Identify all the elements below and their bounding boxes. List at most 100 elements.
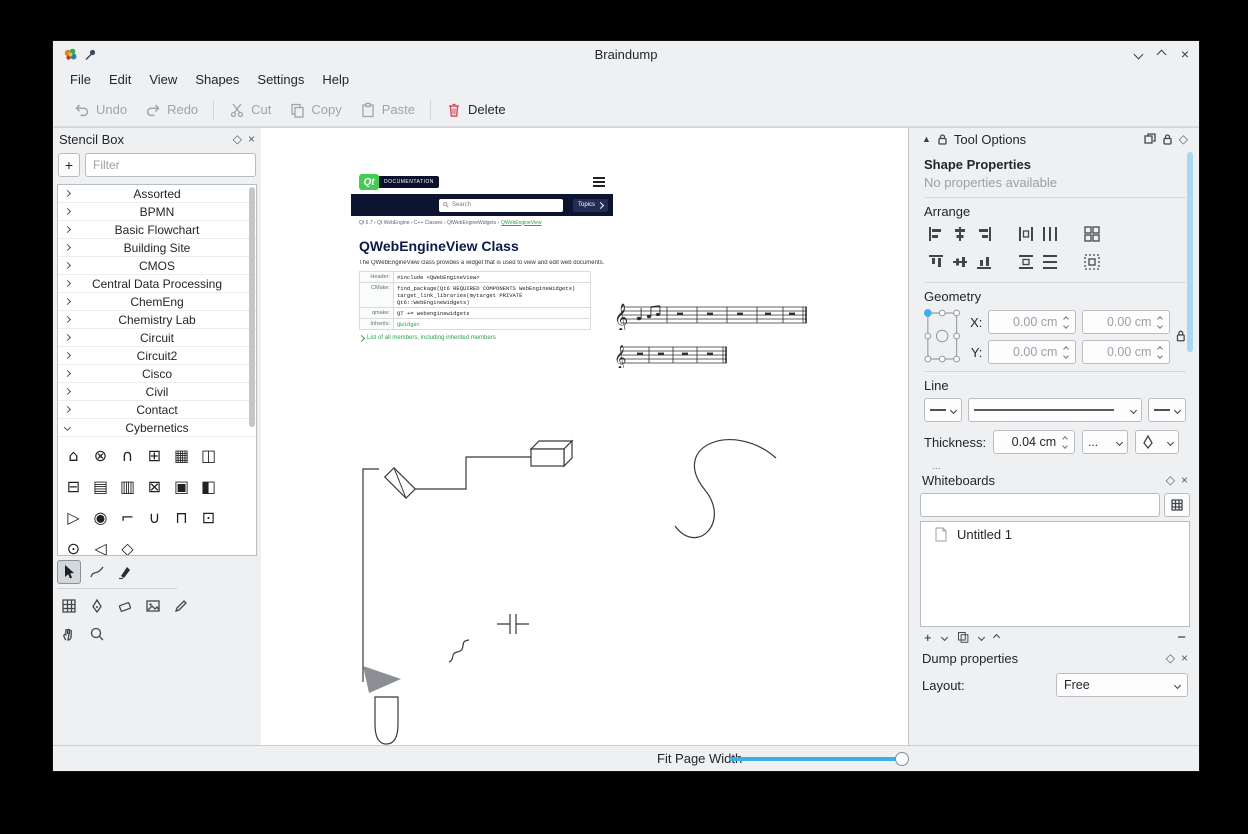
duplicate-whiteboard-icon[interactable] <box>957 631 969 643</box>
group-icon[interactable] <box>1080 225 1104 243</box>
maximize-icon[interactable] <box>1156 49 1166 59</box>
height-spinbox[interactable]: 0.00 cm <box>1082 340 1170 364</box>
shape-capacitor[interactable] <box>497 614 529 634</box>
copy-button[interactable]: Copy <box>280 97 350 123</box>
dash-pattern-dropdown[interactable]: ... <box>1082 430 1128 454</box>
stencil-item[interactable]: ▷ <box>60 502 87 533</box>
stencil-item[interactable]: ◉ <box>87 502 114 533</box>
align-left-icon[interactable] <box>924 225 948 243</box>
add-menu-icon[interactable] <box>941 633 948 640</box>
line-style-dropdown[interactable] <box>968 398 1142 422</box>
docker-close-icon[interactable]: × <box>248 133 255 145</box>
whiteboards-header[interactable]: Whiteboards ◇ × <box>916 469 1194 491</box>
width-spinbox[interactable]: 0.00 cm <box>1082 310 1170 334</box>
stencil-item[interactable]: ⊓ <box>168 502 195 533</box>
add-stencil-button[interactable]: + <box>58 153 80 177</box>
stencil-category[interactable]: Cisco <box>58 365 256 383</box>
stencil-item[interactable]: ⊞ <box>141 440 168 471</box>
freehand-path-tool-button[interactable] <box>85 560 109 584</box>
line-start-marker-dropdown[interactable] <box>924 398 962 422</box>
docker-float-icon[interactable] <box>1144 133 1156 145</box>
spread-h-icon[interactable] <box>1038 225 1062 243</box>
align-vcenter-icon[interactable] <box>948 253 972 271</box>
align-bottom-icon[interactable] <box>972 253 996 271</box>
zoom-slider-handle[interactable] <box>895 752 909 766</box>
thickness-spinbox[interactable]: 0.04 cm <box>993 430 1075 454</box>
shape-s-curve[interactable] <box>675 440 776 538</box>
stencil-category[interactable]: Civil <box>58 383 256 401</box>
stencil-item[interactable]: ▥ <box>114 471 141 502</box>
stencil-category[interactable]: Circuit2 <box>58 347 256 365</box>
titlebar[interactable]: Braindump × <box>53 41 1199 67</box>
stencil-item[interactable]: ⌐ <box>114 502 141 533</box>
distribute-v-icon[interactable] <box>1014 253 1038 271</box>
stencil-item[interactable]: ⊡ <box>195 502 222 533</box>
whiteboard-name-input[interactable] <box>920 493 1160 517</box>
whiteboard-canvas[interactable]: Qt DOCUMENTATION Search Topics Qt 6.7 › <box>261 128 909 745</box>
stencil-category[interactable]: Central Data Processing <box>58 275 256 293</box>
docker-float-icon[interactable]: ◇ <box>1166 652 1175 664</box>
move-down-icon[interactable] <box>978 633 985 640</box>
stencil-item[interactable]: ◇ <box>114 533 141 556</box>
menu-item[interactable]: File <box>61 67 100 93</box>
docker-close-icon[interactable]: × <box>1181 652 1188 664</box>
layout-combobox[interactable]: Free <box>1056 673 1188 697</box>
stencil-item[interactable]: ⊗ <box>87 440 114 471</box>
stencil-item[interactable]: ◫ <box>195 440 222 471</box>
remove-whiteboard-button[interactable]: − <box>1177 629 1186 646</box>
redo-button[interactable]: Redo <box>136 97 207 123</box>
stencil-category[interactable]: BPMN <box>58 203 256 221</box>
aspect-lock-icon[interactable] <box>1176 324 1186 348</box>
calligraphy-tool-button[interactable] <box>113 560 137 584</box>
position-anchor-widget[interactable] <box>924 308 960 364</box>
align-hcenter-icon[interactable] <box>948 225 972 243</box>
shape-squiggle[interactable] <box>449 640 469 662</box>
collapse-arrow-icon[interactable]: ▲ <box>922 134 931 144</box>
lock-icon[interactable] <box>937 133 948 145</box>
view-mode-button[interactable] <box>1164 493 1190 517</box>
minimize-icon[interactable] <box>1133 49 1143 59</box>
shape-gray-triangle[interactable] <box>363 666 401 693</box>
stencil-item[interactable]: ∩ <box>114 440 141 471</box>
tool-options-scrollbar[interactable] <box>1187 152 1193 459</box>
delete-button[interactable]: Delete <box>437 97 515 123</box>
x-position-spinbox[interactable]: 0.00 cm <box>988 310 1076 334</box>
stencil-filter-input[interactable] <box>85 153 256 177</box>
pan-tool-button[interactable] <box>57 622 81 646</box>
shape-bullet[interactable] <box>375 697 398 744</box>
tool-options-header[interactable]: ▲ Tool Options ◇ <box>916 128 1194 150</box>
add-whiteboard-button[interactable]: + <box>924 631 932 644</box>
distribute-h-icon[interactable] <box>1014 225 1038 243</box>
stencil-item[interactable]: ⌂ <box>60 440 87 471</box>
pin-icon[interactable] <box>84 48 97 61</box>
move-up-icon[interactable] <box>993 633 1000 640</box>
menu-item[interactable]: Settings <box>248 67 313 93</box>
zoom-tool-button[interactable] <box>85 622 109 646</box>
stencil-item[interactable]: ▦ <box>168 440 195 471</box>
menu-item[interactable]: Edit <box>100 67 140 93</box>
docker-collapse-icon[interactable]: ◇ <box>1179 133 1188 145</box>
align-right-icon[interactable] <box>972 225 996 243</box>
menu-item[interactable]: View <box>140 67 186 93</box>
docker-close-icon[interactable]: × <box>1181 474 1188 486</box>
select-tool-button[interactable] <box>57 560 81 584</box>
image-tool-button[interactable] <box>141 594 165 618</box>
align-top-icon[interactable] <box>924 253 948 271</box>
stencil-item[interactable]: ⊟ <box>60 471 87 502</box>
zoom-slider-track[interactable] <box>729 757 905 761</box>
dump-properties-header[interactable]: Dump properties ◇ × <box>916 647 1194 669</box>
whiteboard-list-item[interactable]: Untitled 1 <box>921 522 1189 544</box>
paste-button[interactable]: Paste <box>351 97 424 123</box>
stencil-category[interactable]: Assorted <box>58 185 256 203</box>
menu-item[interactable]: Shapes <box>186 67 248 93</box>
grid-tool-button[interactable] <box>57 594 81 618</box>
stencil-item[interactable]: ◁ <box>87 533 114 556</box>
stencil-item[interactable]: ∪ <box>141 502 168 533</box>
pen-tool-button[interactable] <box>85 594 109 618</box>
eraser-tool-button[interactable] <box>113 594 137 618</box>
docker-lock-icon[interactable] <box>1162 133 1173 145</box>
stencil-item[interactable]: ▤ <box>87 471 114 502</box>
stencil-category[interactable]: ChemEng <box>58 293 256 311</box>
stencil-item[interactable]: ⊠ <box>141 471 168 502</box>
pencil-tool-button[interactable] <box>169 594 193 618</box>
